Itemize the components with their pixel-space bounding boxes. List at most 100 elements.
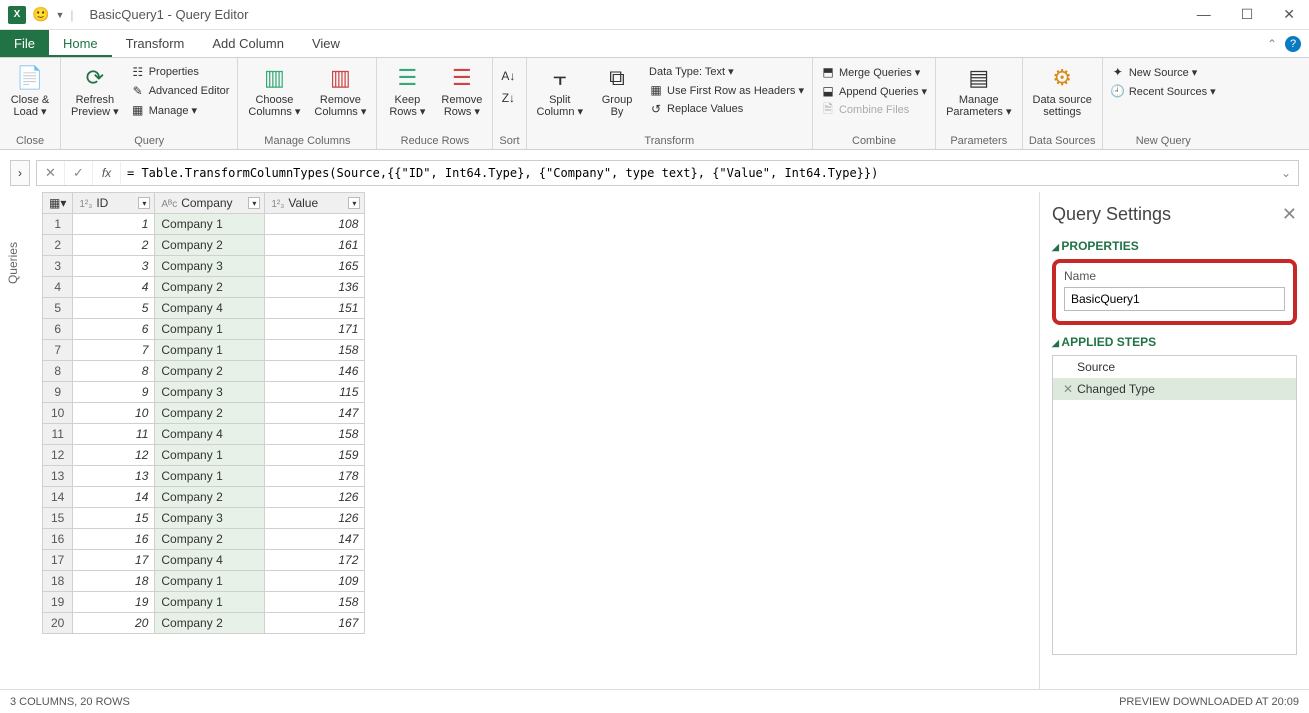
- cell-id[interactable]: 13: [73, 466, 155, 487]
- table-row[interactable]: 1616Company 2147: [43, 529, 365, 550]
- cell-company[interactable]: Company 1: [155, 466, 265, 487]
- cell-value[interactable]: 151: [265, 298, 365, 319]
- cell-company[interactable]: Company 1: [155, 571, 265, 592]
- cell-value[interactable]: 171: [265, 319, 365, 340]
- table-row[interactable]: 1515Company 3126: [43, 508, 365, 529]
- cell-value[interactable]: 178: [265, 466, 365, 487]
- table-row[interactable]: 1919Company 1158: [43, 592, 365, 613]
- queries-pane-toggle[interactable]: ›: [10, 160, 30, 186]
- row-number[interactable]: 12: [43, 445, 73, 466]
- cell-id[interactable]: 10: [73, 403, 155, 424]
- cell-company[interactable]: Company 2: [155, 403, 265, 424]
- table-row[interactable]: 22Company 2161: [43, 235, 365, 256]
- cell-value[interactable]: 172: [265, 550, 365, 571]
- cell-value[interactable]: 126: [265, 508, 365, 529]
- row-number[interactable]: 15: [43, 508, 73, 529]
- cell-value[interactable]: 147: [265, 529, 365, 550]
- cell-id[interactable]: 16: [73, 529, 155, 550]
- table-row[interactable]: 66Company 1171: [43, 319, 365, 340]
- remove-rows-button[interactable]: ☰Remove Rows ▾: [437, 62, 486, 120]
- manage-button[interactable]: ▦Manage ▾: [129, 102, 232, 118]
- row-number[interactable]: 17: [43, 550, 73, 571]
- col-header-company[interactable]: AᴮcCompany▾: [155, 193, 265, 214]
- table-row[interactable]: 88Company 2146: [43, 361, 365, 382]
- row-number[interactable]: 20: [43, 613, 73, 634]
- table-row[interactable]: 77Company 1158: [43, 340, 365, 361]
- cell-id[interactable]: 4: [73, 277, 155, 298]
- refresh-preview-button[interactable]: ⟳ Refresh Preview ▾: [67, 62, 123, 120]
- cell-company[interactable]: Company 2: [155, 529, 265, 550]
- properties-section[interactable]: PROPERTIES: [1052, 239, 1297, 253]
- cell-id[interactable]: 12: [73, 445, 155, 466]
- row-number[interactable]: 5: [43, 298, 73, 319]
- cell-id[interactable]: 20: [73, 613, 155, 634]
- cell-company[interactable]: Company 2: [155, 361, 265, 382]
- table-row[interactable]: 1010Company 2147: [43, 403, 365, 424]
- sort-asc-button[interactable]: A↓: [499, 68, 517, 84]
- maximize-button[interactable]: ☐: [1235, 4, 1260, 25]
- choose-columns-button[interactable]: ▥Choose Columns ▾: [244, 62, 304, 120]
- cell-id[interactable]: 19: [73, 592, 155, 613]
- cancel-formula-button[interactable]: ✕: [37, 161, 65, 185]
- cell-value[interactable]: 159: [265, 445, 365, 466]
- cell-id[interactable]: 17: [73, 550, 155, 571]
- cell-company[interactable]: Company 3: [155, 256, 265, 277]
- row-number[interactable]: 11: [43, 424, 73, 445]
- applied-steps-section[interactable]: APPLIED STEPS: [1052, 335, 1297, 349]
- table-corner[interactable]: ▦▾: [43, 193, 73, 214]
- cell-id[interactable]: 3: [73, 256, 155, 277]
- cell-id[interactable]: 15: [73, 508, 155, 529]
- remove-columns-button[interactable]: ▥Remove Columns ▾: [310, 62, 370, 120]
- qat-chevron-icon[interactable]: ▼: [55, 10, 64, 20]
- append-queries-button[interactable]: ⬓Append Queries ▾: [819, 83, 929, 99]
- table-row[interactable]: 2020Company 2167: [43, 613, 365, 634]
- cell-company[interactable]: Company 3: [155, 508, 265, 529]
- applied-step[interactable]: ✕Source: [1053, 356, 1296, 378]
- row-number[interactable]: 6: [43, 319, 73, 340]
- sort-desc-button[interactable]: Z↓: [499, 90, 517, 106]
- queries-side-label[interactable]: Queries: [6, 242, 20, 284]
- cell-value[interactable]: 136: [265, 277, 365, 298]
- cell-company[interactable]: Company 4: [155, 298, 265, 319]
- row-number[interactable]: 14: [43, 487, 73, 508]
- cell-company[interactable]: Company 2: [155, 277, 265, 298]
- cell-value[interactable]: 158: [265, 424, 365, 445]
- cell-value[interactable]: 146: [265, 361, 365, 382]
- cell-id[interactable]: 7: [73, 340, 155, 361]
- cell-id[interactable]: 2: [73, 235, 155, 256]
- cell-id[interactable]: 18: [73, 571, 155, 592]
- row-number[interactable]: 8: [43, 361, 73, 382]
- table-row[interactable]: 1818Company 1109: [43, 571, 365, 592]
- table-row[interactable]: 55Company 4151: [43, 298, 365, 319]
- cell-value[interactable]: 126: [265, 487, 365, 508]
- cell-company[interactable]: Company 1: [155, 319, 265, 340]
- cell-company[interactable]: Company 2: [155, 487, 265, 508]
- cell-company[interactable]: Company 1: [155, 214, 265, 235]
- delete-step-icon[interactable]: ✕: [1063, 382, 1073, 396]
- cell-id[interactable]: 9: [73, 382, 155, 403]
- cell-company[interactable]: Company 2: [155, 613, 265, 634]
- tab-home[interactable]: Home: [49, 30, 112, 57]
- table-row[interactable]: 99Company 3115: [43, 382, 365, 403]
- cell-company[interactable]: Company 1: [155, 445, 265, 466]
- filter-value-icon[interactable]: ▾: [348, 197, 360, 209]
- cell-value[interactable]: 167: [265, 613, 365, 634]
- split-column-button[interactable]: ⫟Split Column ▾: [533, 62, 587, 120]
- first-row-headers-button[interactable]: ▦Use First Row as Headers ▾: [647, 82, 806, 98]
- table-row[interactable]: 44Company 2136: [43, 277, 365, 298]
- cell-id[interactable]: 11: [73, 424, 155, 445]
- col-header-value[interactable]: 1²₃Value▾: [265, 193, 365, 214]
- recent-sources-button[interactable]: 🕘Recent Sources ▾: [1109, 83, 1218, 99]
- cell-value[interactable]: 109: [265, 571, 365, 592]
- applied-step[interactable]: ✕Changed Type: [1053, 378, 1296, 400]
- close-load-button[interactable]: 📄 Close & Load ▾: [6, 62, 54, 120]
- row-number[interactable]: 1: [43, 214, 73, 235]
- filter-company-icon[interactable]: ▾: [248, 197, 260, 209]
- row-number[interactable]: 2: [43, 235, 73, 256]
- row-number[interactable]: 13: [43, 466, 73, 487]
- cell-company[interactable]: Company 1: [155, 340, 265, 361]
- row-number[interactable]: 4: [43, 277, 73, 298]
- cell-id[interactable]: 14: [73, 487, 155, 508]
- cell-value[interactable]: 165: [265, 256, 365, 277]
- cell-value[interactable]: 158: [265, 592, 365, 613]
